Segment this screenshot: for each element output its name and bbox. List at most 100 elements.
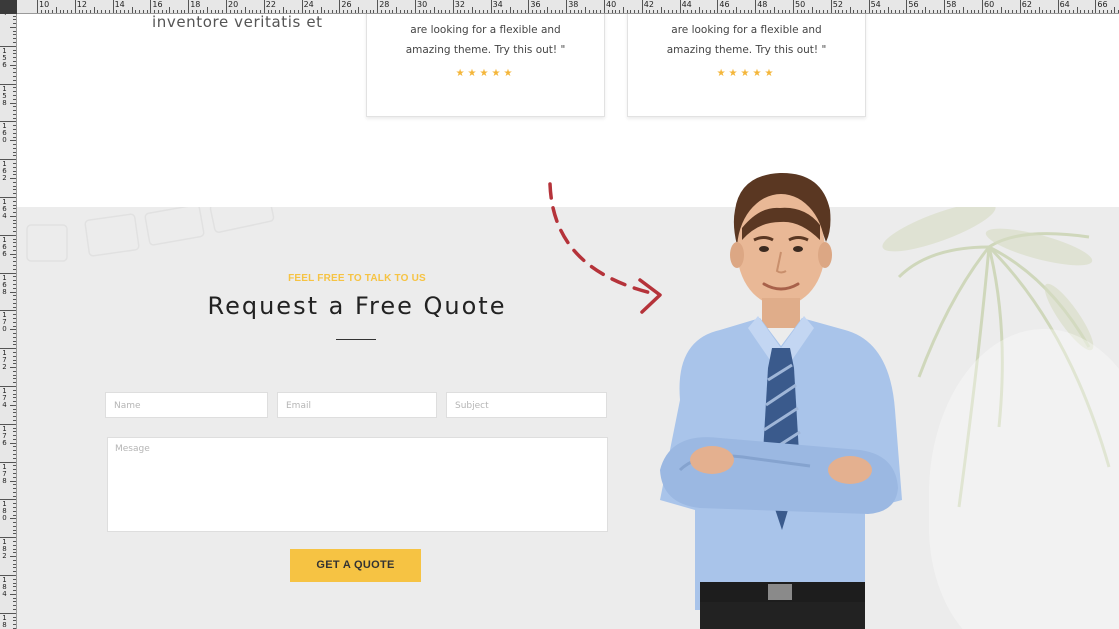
card-text-line: are looking for a flexible and: [410, 24, 561, 36]
ruler-tick: [173, 10, 175, 13]
ruler-tick: [13, 484, 16, 486]
ruler-tick: [0, 121, 16, 123]
email-field[interactable]: Email: [277, 392, 437, 418]
ruler-tick: [13, 79, 16, 81]
ruler-tick: [554, 10, 556, 13]
ruler-tick: [123, 10, 125, 13]
ruler-tick: [929, 10, 931, 13]
message-field[interactable]: Mesage: [107, 437, 608, 532]
ruler-tick: [89, 10, 91, 13]
ruler-tick: [13, 128, 16, 130]
ruler-tick: [906, 0, 908, 13]
ruler-tick: [543, 10, 545, 13]
ruler-tick: [13, 370, 16, 372]
ruler-tick: [796, 10, 798, 13]
ruler-tick: [13, 60, 16, 62]
ruler-tick: [154, 10, 156, 13]
ruler-label: 46: [719, 0, 730, 9]
ruler-tick: [804, 10, 806, 13]
horizontal-ruler[interactable]: 10 12 14 16 18 20 22 24 26 28 30 32 34 36 38 40 42 44 46 48…: [0, 0, 1119, 14]
ruler-tick: [13, 276, 16, 278]
ruler-tick: [157, 10, 159, 13]
ruler-label: 158: [2, 84, 7, 107]
ruler-tick: [180, 10, 182, 13]
ruler-tick: [248, 10, 250, 13]
ruler-tick: [13, 495, 16, 497]
ruler-tick: [13, 113, 16, 115]
ruler-tick: [13, 30, 16, 32]
ruler-tick: [13, 503, 16, 505]
ruler-tick: [683, 10, 685, 13]
ruler-tick: [498, 10, 500, 13]
ruler-tick: [982, 0, 983, 13]
ruler-label: 50: [795, 0, 806, 9]
ruler-tick: [573, 10, 575, 13]
ruler-tick: [13, 620, 16, 622]
ruler-tick: [951, 10, 953, 13]
ruler-tick: [993, 10, 995, 13]
ruler-tick: [849, 7, 851, 13]
ruler-tick: [732, 10, 734, 13]
ruler-tick: [10, 593, 16, 595]
ruler-label: 62: [1021, 0, 1032, 9]
ruler-tick: [297, 10, 299, 13]
ruler-tick: [13, 336, 16, 338]
ruler-tick: [195, 10, 197, 13]
vertical-ruler[interactable]: 4 156 158 160 162 164 166 168 170 172 174 176 178 180…: [0, 14, 17, 629]
ruler-tick: [690, 10, 692, 13]
ruler-tick: [562, 10, 564, 13]
ruler-tick: [1072, 10, 1074, 13]
ruler-tick: [13, 586, 16, 588]
ruler-tick: [1087, 10, 1089, 13]
ruler-tick: [0, 499, 16, 501]
ruler-tick: [218, 10, 220, 13]
ruler-tick: [566, 0, 568, 13]
ruler-tick: [176, 10, 178, 13]
ruler-tick: [415, 0, 416, 13]
name-field[interactable]: Name: [105, 392, 268, 418]
ruler-tick: [811, 7, 813, 13]
ruler-tick: [13, 117, 16, 119]
ruler-tick: [10, 556, 16, 558]
ruler-tick: [44, 10, 46, 13]
ruler-tick: [1016, 10, 1018, 13]
ruler-label: 38: [568, 0, 579, 9]
ruler-tick: [210, 10, 212, 13]
ruler-label: 184: [2, 576, 7, 598]
ruler-tick: [13, 582, 16, 584]
ruler-tick: [441, 10, 443, 13]
ruler-tick: [819, 10, 821, 13]
ruler-tick: [116, 10, 118, 13]
ruler-tick: [86, 10, 88, 13]
ruler-tick: [380, 10, 382, 13]
ruler-tick: [1099, 10, 1101, 13]
ruler-tick: [13, 299, 16, 301]
ruler-label: 16: [152, 0, 163, 9]
ruler-tick: [373, 10, 375, 13]
ruler-tick: [10, 102, 16, 104]
ruler-tick: [785, 10, 787, 13]
ruler-tick: [48, 10, 50, 13]
get-quote-button[interactable]: GET A QUOTE: [290, 549, 421, 582]
ruler-tick: [641, 0, 643, 13]
ruler-tick: [713, 10, 715, 13]
ruler-label: 56: [908, 0, 919, 9]
ruler-tick: [0, 45, 16, 47]
ruler-tick: [286, 10, 288, 13]
ruler-tick: [902, 10, 904, 13]
ruler-tick: [917, 10, 919, 13]
ruler-tick: [1008, 10, 1010, 13]
ruler-tick: [815, 10, 817, 13]
ruler-tick: [112, 0, 114, 13]
ruler-tick: [626, 10, 628, 13]
ruler-tick: [464, 10, 466, 13]
ruler-tick: [10, 291, 16, 293]
subject-field[interactable]: Subject: [446, 392, 607, 418]
ruler-tick: [105, 10, 107, 13]
ruler-tick: [985, 10, 987, 13]
ruler-tick: [13, 231, 16, 233]
ruler-tick: [13, 174, 16, 176]
ruler-tick: [10, 367, 16, 369]
ruler-tick: [634, 10, 636, 13]
ruler-tick: [872, 10, 874, 13]
